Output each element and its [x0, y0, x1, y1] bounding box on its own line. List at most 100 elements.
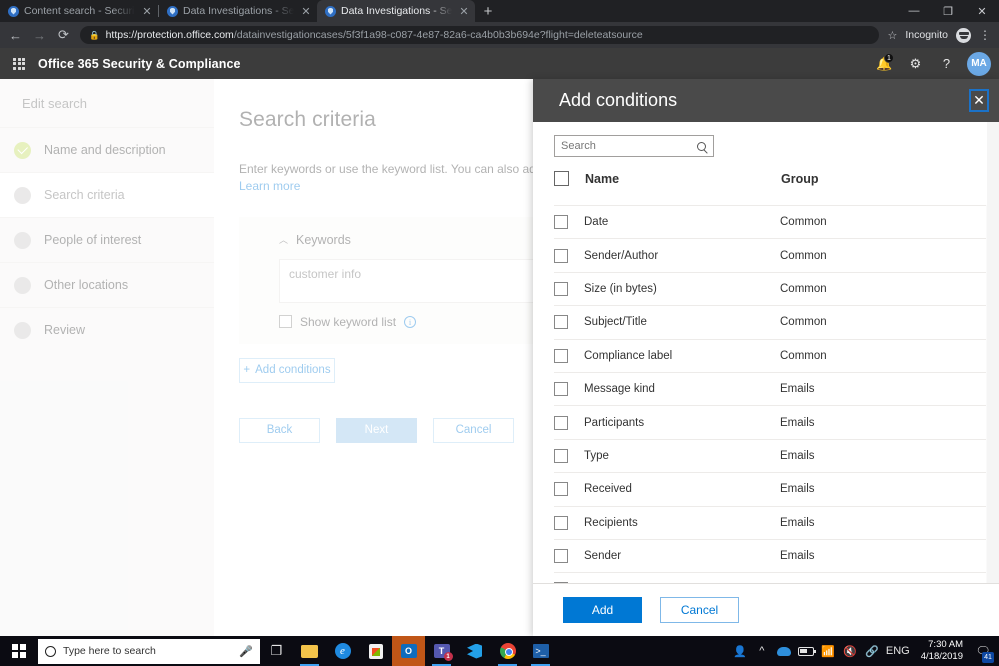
- tab-close-icon[interactable]: ✕: [140, 5, 154, 18]
- tab-close-icon[interactable]: ✕: [457, 5, 471, 18]
- close-window-button[interactable]: ✕: [965, 0, 999, 22]
- notification-badge: 1: [884, 53, 894, 63]
- bluetooth-icon[interactable]: 🔗: [861, 636, 883, 666]
- column-header-name: Name: [585, 171, 620, 186]
- address-bar[interactable]: 🔒 https://protection.office.com/datainve…: [80, 26, 879, 44]
- row-checkbox[interactable]: [554, 215, 568, 230]
- sidebar-item-people-of-interest[interactable]: People of interest: [0, 217, 214, 262]
- task-view-button[interactable]: ❐: [260, 636, 293, 666]
- taskbar-vscode[interactable]: [458, 636, 491, 666]
- panel-header: Add conditions ✕: [533, 79, 999, 122]
- notifications-button[interactable]: 🔔 1: [869, 48, 900, 79]
- people-icon[interactable]: 👤: [729, 636, 751, 666]
- sidebar-item-label: Other locations: [44, 278, 129, 292]
- row-checkbox[interactable]: [554, 248, 568, 263]
- search-input[interactable]: Search: [554, 135, 714, 157]
- taskbar-file-explorer[interactable]: [293, 636, 326, 666]
- office-suite-bar: Office 365 Security & Compliance 🔔 1 ⚙ ?…: [0, 48, 999, 79]
- row-checkbox[interactable]: [554, 482, 568, 497]
- cancel-button[interactable]: Cancel: [660, 597, 739, 623]
- table-row[interactable]: Date Common: [554, 205, 986, 238]
- next-button[interactable]: Next: [336, 417, 417, 443]
- show-hidden-icons-chevron-icon[interactable]: ^: [751, 636, 773, 666]
- taskbar-chrome[interactable]: [491, 636, 524, 666]
- row-checkbox[interactable]: [554, 348, 568, 363]
- row-checkbox[interactable]: [554, 315, 568, 330]
- office-favicon-icon: [325, 5, 336, 17]
- maximize-button[interactable]: ❐: [931, 0, 965, 22]
- close-icon[interactable]: ✕: [969, 89, 989, 112]
- chevron-up-icon: ︿: [279, 235, 289, 246]
- add-button[interactable]: Add: [563, 597, 642, 623]
- table-row[interactable]: Recipients Emails: [554, 505, 986, 539]
- row-name: Type: [584, 449, 609, 462]
- table-row[interactable]: Sender/Author Common: [554, 238, 986, 271]
- sidebar-header: Edit search: [22, 95, 88, 111]
- add-conditions-button[interactable]: + Add conditions: [239, 357, 335, 383]
- table-row[interactable]: Size (in bytes) Common: [554, 271, 986, 305]
- new-tab-button[interactable]: +: [475, 0, 501, 22]
- table-row[interactable]: Compliance label Common: [554, 338, 986, 372]
- taskbar-edge[interactable]: e: [326, 636, 359, 666]
- wifi-icon[interactable]: 📶: [817, 636, 839, 666]
- help-button[interactable]: ?: [931, 48, 962, 79]
- onedrive-icon[interactable]: [773, 636, 795, 666]
- row-checkbox[interactable]: [554, 582, 568, 583]
- sidebar-item-search-criteria[interactable]: Search criteria: [0, 172, 214, 217]
- minimize-button[interactable]: —: [897, 0, 931, 22]
- clock[interactable]: 7:30 AM 4/18/2019: [913, 636, 971, 666]
- table-row[interactable]: Sent Emails: [554, 572, 986, 583]
- volume-muted-icon[interactable]: 🔇: [839, 636, 861, 666]
- row-checkbox[interactable]: [554, 382, 568, 397]
- microphone-icon[interactable]: 🎤: [239, 645, 253, 658]
- taskbar-outlook[interactable]: O: [392, 636, 425, 666]
- app-launcher-button[interactable]: [0, 48, 38, 79]
- search-placeholder: Search: [561, 140, 596, 152]
- browser-tab-1[interactable]: Content search - Security & Com ✕: [0, 0, 158, 22]
- taskbar-store[interactable]: [359, 636, 392, 666]
- incognito-icon[interactable]: [956, 27, 971, 43]
- row-checkbox[interactable]: [554, 448, 568, 463]
- browser-tab-strip: Content search - Security & Com ✕ Data I…: [0, 0, 999, 22]
- table-row[interactable]: Participants Emails: [554, 405, 986, 438]
- waffle-icon: [13, 57, 25, 70]
- panel-scrollbar[interactable]: [987, 122, 999, 583]
- taskbar-powershell[interactable]: >_: [524, 636, 557, 666]
- back-icon[interactable]: ←: [8, 28, 23, 43]
- bookmark-star-icon[interactable]: ☆: [888, 29, 898, 42]
- info-icon[interactable]: i: [404, 315, 417, 328]
- sidebar-item-other-locations[interactable]: Other locations: [0, 262, 214, 307]
- sidebar-item-review[interactable]: Review: [0, 307, 214, 352]
- table-row[interactable]: Sender Emails: [554, 538, 986, 572]
- row-checkbox[interactable]: [554, 515, 568, 530]
- table-row[interactable]: Type Emails: [554, 438, 986, 472]
- action-center-button[interactable]: 🗨 41: [971, 636, 995, 666]
- language-indicator[interactable]: ENG: [883, 636, 913, 666]
- cancel-button[interactable]: Cancel: [433, 417, 514, 443]
- table-row[interactable]: Received Emails: [554, 472, 986, 505]
- taskbar-teams[interactable]: T 1: [425, 636, 458, 666]
- sidebar-item-name-and-description[interactable]: Name and description: [0, 127, 214, 172]
- notification-count-badge: 41: [982, 652, 994, 663]
- start-button[interactable]: [0, 636, 38, 666]
- table-row[interactable]: Message kind Emails: [554, 371, 986, 405]
- browser-tab-2[interactable]: Data Investigations - Security & C ✕: [159, 0, 317, 22]
- settings-button[interactable]: ⚙: [900, 48, 931, 79]
- battery-icon[interactable]: [795, 636, 817, 666]
- row-checkbox[interactable]: [554, 415, 568, 430]
- row-checkbox[interactable]: [554, 549, 568, 564]
- back-button[interactable]: Back: [239, 417, 320, 443]
- browser-menu-icon[interactable]: ⋮: [979, 29, 991, 41]
- tab-close-icon[interactable]: ✕: [299, 5, 313, 18]
- taskbar-search-input[interactable]: Type here to search 🎤: [38, 638, 260, 664]
- browser-tab-3-active[interactable]: Data Investigations - Security & C ✕: [317, 0, 475, 22]
- avatar[interactable]: MA: [967, 51, 991, 76]
- learn-more-link[interactable]: Learn more: [239, 179, 300, 193]
- reload-icon[interactable]: ⟳: [56, 27, 71, 43]
- forward-icon[interactable]: →: [32, 28, 47, 43]
- store-icon: [368, 643, 383, 659]
- table-row[interactable]: Subject/Title Common: [554, 305, 986, 338]
- row-checkbox[interactable]: [554, 281, 568, 296]
- show-keyword-list-checkbox[interactable]: [279, 315, 292, 329]
- select-all-checkbox[interactable]: [554, 171, 569, 186]
